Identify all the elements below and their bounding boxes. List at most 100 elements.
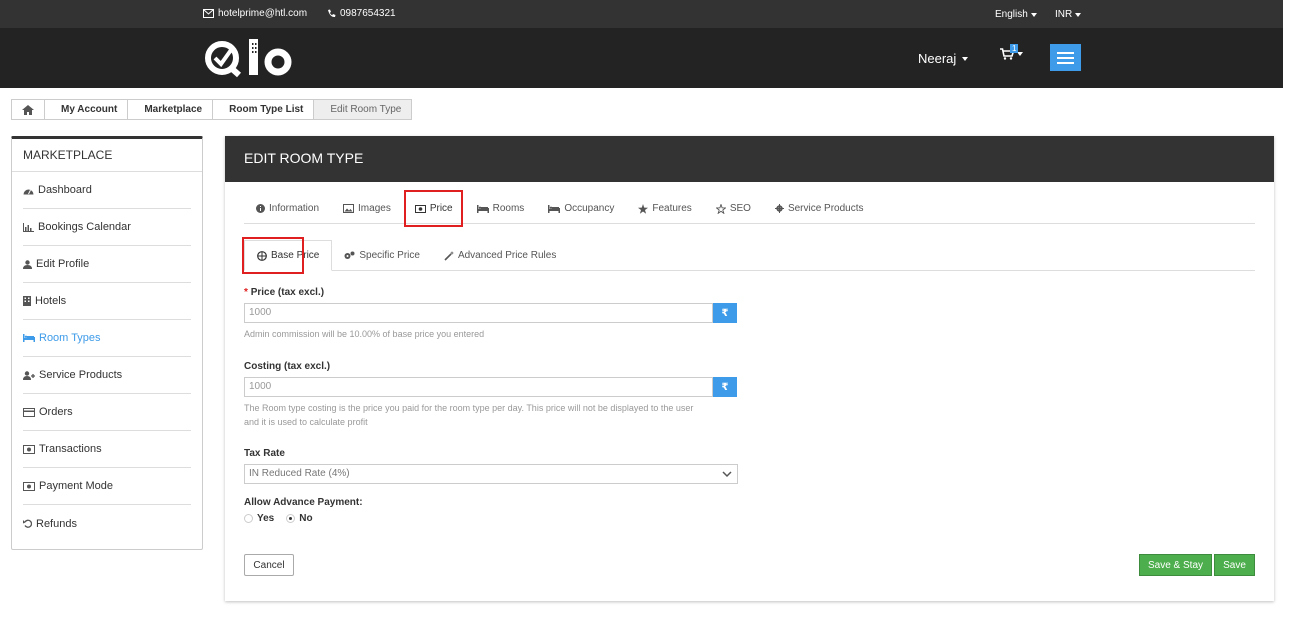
radio-yes-label: Yes: [257, 513, 275, 524]
sidebar-item-orders[interactable]: Orders: [23, 394, 191, 431]
sidebar-item-label: Hotels: [35, 295, 67, 307]
save-button[interactable]: Save: [1214, 554, 1255, 576]
radio-no[interactable]: [286, 514, 296, 523]
chevron-down-icon: [1075, 12, 1082, 17]
sidebar-item-room-types[interactable]: Room Types: [23, 320, 191, 357]
sidebar-item-hotels[interactable]: Hotels: [23, 283, 191, 320]
costing-label: Costing (tax excl.): [244, 361, 331, 372]
tab-label: Service Products: [787, 203, 864, 214]
cart-button[interactable]: 1: [1000, 44, 1023, 60]
phone-contact[interactable]: 0987654321: [327, 8, 396, 19]
phone-text: 0987654321: [340, 8, 396, 19]
user-name: Neeraj: [918, 51, 957, 66]
sidebar-item-bookings-calendar[interactable]: Bookings Calendar: [23, 209, 191, 246]
breadcrumb-edit-room-type: Edit Room Type: [314, 100, 412, 119]
breadcrumb-my-account[interactable]: My Account: [45, 100, 129, 119]
tax-rate-label: Tax Rate: [244, 448, 285, 459]
credit-card-icon: [23, 407, 35, 417]
hamburger-menu-button[interactable]: [1050, 44, 1081, 71]
user-plus-icon: [23, 370, 35, 380]
gears-icon: [344, 251, 355, 259]
tab-occupancy[interactable]: Occupancy: [536, 193, 626, 224]
email-text: hotelprime@htl.com: [218, 8, 308, 19]
tab-label: Images: [358, 203, 391, 214]
menu-bar: [1057, 61, 1074, 64]
money-icon: [23, 481, 35, 491]
sidebar-item-service-products[interactable]: Service Products: [23, 357, 191, 394]
sidebar-item-label: Payment Mode: [39, 480, 113, 492]
cancel-button[interactable]: Cancel: [244, 554, 294, 576]
tab-label: Information: [269, 203, 320, 214]
gear-icon: [774, 204, 784, 213]
price-help-text: Admin commission will be 10.00% of base …: [244, 329, 485, 339]
breadcrumb-room-type-list[interactable]: Room Type List: [213, 100, 315, 119]
price-label: * Price (tax excl.): [244, 287, 324, 298]
money-icon: [23, 444, 35, 454]
panel-title: EDIT ROOM TYPE: [225, 136, 1274, 182]
breadcrumb-marketplace[interactable]: Marketplace: [128, 100, 214, 119]
magic-wand-icon: [444, 250, 454, 261]
tab-features[interactable]: Features: [626, 193, 703, 224]
tab-seo[interactable]: SEO: [704, 193, 763, 224]
currency-selector[interactable]: INR: [1055, 9, 1082, 20]
sidebar-item-label: Orders: [39, 406, 73, 418]
sidebar-item-label: Dashboard: [38, 184, 92, 196]
costing-help-line-2: and it is used to calculate profit: [244, 417, 368, 427]
home-icon: [22, 104, 34, 115]
sidebar-item-label: Transactions: [39, 443, 102, 455]
sidebar-item-label: Bookings Calendar: [38, 221, 131, 233]
sidebar-item-payment-mode[interactable]: Payment Mode: [23, 468, 191, 505]
main-header: [0, 28, 1283, 88]
star-outline-icon: [715, 203, 726, 214]
subtab-advanced-price-rules[interactable]: Advanced Price Rules: [432, 240, 568, 271]
qlo-logo[interactable]: [203, 37, 298, 79]
subtab-specific-price[interactable]: Specific Price: [332, 240, 432, 271]
rupee-addon: ₹: [713, 303, 737, 323]
star-icon: [638, 203, 649, 214]
radio-yes[interactable]: [244, 514, 253, 523]
tab-rooms[interactable]: Rooms: [465, 193, 537, 224]
price-input[interactable]: 1000: [244, 303, 713, 323]
user-menu[interactable]: Neeraj: [918, 51, 969, 66]
currency-label: INR: [1055, 9, 1073, 20]
bed-icon: [476, 204, 489, 213]
tab-label: Features: [652, 203, 692, 214]
sidebar-item-dashboard[interactable]: Dashboard: [23, 172, 191, 209]
bed-icon: [548, 204, 561, 213]
advance-payment-radios: Yes No: [244, 513, 313, 524]
page-edge: [1283, 0, 1289, 628]
undo-icon: [23, 519, 32, 528]
info-circle-icon: [256, 204, 265, 213]
edit-room-type-panel: EDIT ROOM TYPE Information Images Price …: [225, 136, 1274, 601]
menu-bar: [1057, 51, 1074, 54]
price-subtabs: Base Price Specific Price Advanced Price…: [244, 240, 1255, 271]
image-icon: [343, 204, 355, 213]
language-selector[interactable]: English: [995, 9, 1037, 20]
subtab-label: Advanced Price Rules: [457, 250, 557, 261]
save-and-stay-button[interactable]: Save & Stay: [1139, 554, 1212, 576]
costing-help-line-1: The Room type costing is the price you p…: [244, 403, 694, 413]
chevron-down-icon: [1030, 12, 1037, 17]
advance-payment-label: Allow Advance Payment:: [244, 497, 363, 508]
envelope-icon: [203, 9, 214, 18]
tab-images[interactable]: Images: [331, 193, 403, 224]
building-icon: [23, 296, 31, 306]
marketplace-sidebar: MARKETPLACE Dashboard Bookings Calendar …: [11, 136, 203, 550]
sidebar-item-transactions[interactable]: Transactions: [23, 431, 191, 468]
tab-information[interactable]: Information: [244, 193, 331, 224]
sidebar-item-label: Edit Profile: [36, 258, 90, 270]
email-contact[interactable]: hotelprime@htl.com: [203, 8, 307, 19]
breadcrumb-home[interactable]: [12, 100, 45, 119]
sidebar-item-edit-profile[interactable]: Edit Profile: [23, 246, 191, 283]
radio-no-label: No: [299, 513, 313, 524]
highlight-base-price-subtab: [242, 237, 304, 274]
tax-rate-select[interactable]: IN Reduced Rate (4%): [244, 464, 738, 484]
required-mark: *: [244, 287, 248, 298]
costing-input[interactable]: 1000: [244, 377, 713, 397]
highlight-price-tab: [404, 190, 463, 227]
tab-label: SEO: [729, 203, 751, 214]
top-contact-bar: hotelprime@htl.com 0987654321 English IN…: [0, 0, 1283, 28]
tab-service-products[interactable]: Service Products: [763, 193, 876, 224]
sidebar-item-refunds[interactable]: Refunds: [23, 505, 191, 542]
bed-icon: [23, 334, 35, 342]
